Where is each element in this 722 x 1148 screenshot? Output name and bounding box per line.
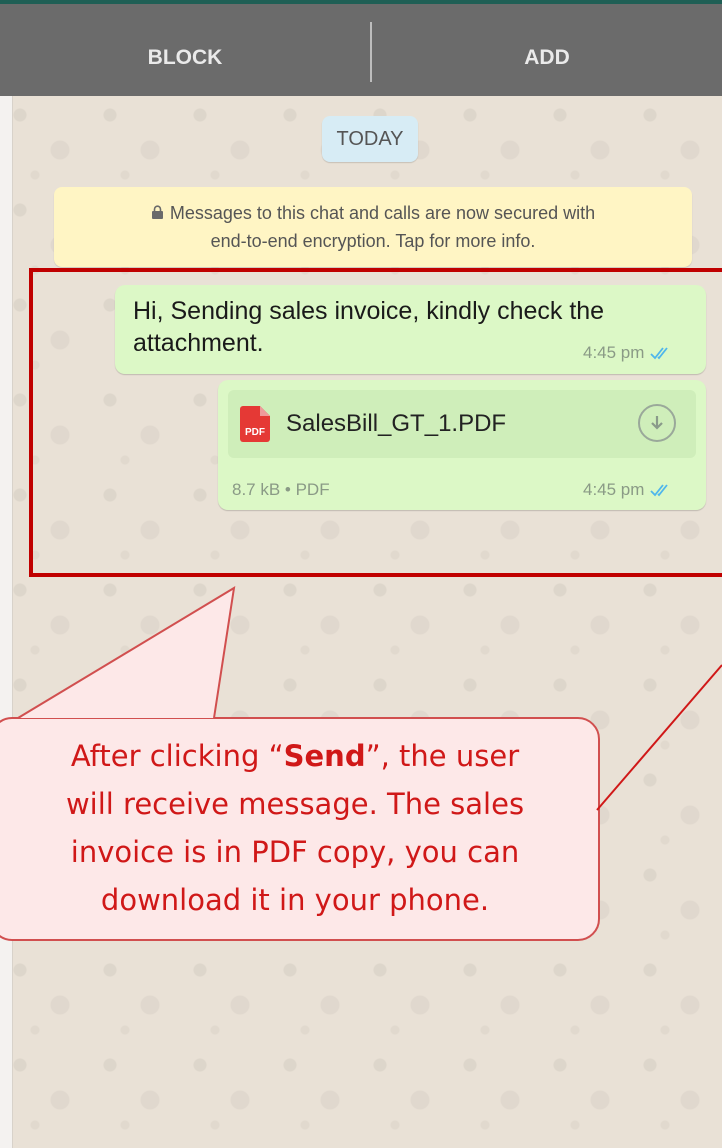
annotation-line-4: download it in your phone. bbox=[100, 883, 490, 917]
add-button[interactable]: ADD bbox=[372, 4, 722, 96]
block-button[interactable]: BLOCK bbox=[0, 4, 370, 96]
annotation-line-1: After clicking “Send”, the user bbox=[0, 732, 600, 780]
encryption-text-1: Messages to this chat and calls are now … bbox=[169, 203, 596, 223]
encryption-line-1: Messages to this chat and calls are now … bbox=[54, 200, 692, 228]
encryption-notice[interactable]: Messages to this chat and calls are now … bbox=[54, 187, 692, 267]
annotation-line-1-prefix: After clicking “ bbox=[70, 739, 284, 773]
contact-action-bar: BLOCK ADD bbox=[0, 0, 722, 96]
date-chip: TODAY bbox=[322, 116, 418, 162]
left-edge-strip bbox=[0, 0, 13, 1148]
annotation-line-2: will receive message. The sales bbox=[65, 787, 525, 821]
lock-icon bbox=[151, 201, 164, 228]
annotation-line-3: invoice is in PDF copy, you can bbox=[70, 835, 520, 869]
annotation-send-word: Send bbox=[283, 739, 366, 773]
annotation-line-1-suffix: ”, the user bbox=[365, 739, 520, 773]
highlight-box bbox=[29, 268, 722, 577]
encryption-text-2: end-to-end encryption. Tap for more info… bbox=[210, 231, 536, 251]
annotation-text: After clicking “Send”, the user will rec… bbox=[0, 732, 600, 924]
